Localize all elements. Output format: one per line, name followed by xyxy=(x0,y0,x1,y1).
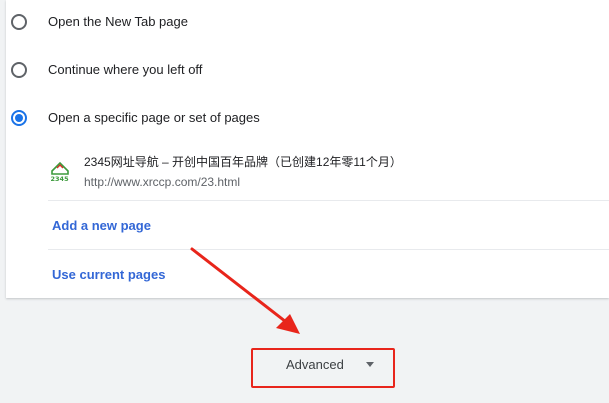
radio-button[interactable] xyxy=(11,14,27,30)
radio-open-new-tab[interactable]: Open the New Tab page xyxy=(6,2,609,42)
radio-label: Continue where you left off xyxy=(48,62,203,77)
advanced-label: Advanced xyxy=(286,357,344,372)
advanced-button[interactable]: Advanced xyxy=(251,348,395,388)
startup-page-entry[interactable]: 2345 2345网址导航 – 开创中国百年品牌（已创建12年零11个月） ht… xyxy=(48,148,609,201)
radio-button[interactable] xyxy=(11,62,27,78)
on-startup-card: Open the New Tab page Continue where you… xyxy=(6,0,609,298)
radio-button-selected[interactable] xyxy=(11,110,27,126)
use-current-pages-link[interactable]: Use current pages xyxy=(52,267,165,282)
add-new-page-link[interactable]: Add a new page xyxy=(52,218,151,233)
use-current-pages-row: Use current pages xyxy=(48,250,609,298)
2345-favicon-icon: 2345 xyxy=(51,161,70,182)
radio-label: Open a specific page or set of pages xyxy=(48,110,260,125)
caret-down-icon xyxy=(366,362,374,367)
radio-open-specific-pages[interactable]: Open a specific page or set of pages xyxy=(6,98,609,138)
svg-text:2345: 2345 xyxy=(51,175,70,182)
add-page-row: Add a new page xyxy=(48,201,609,250)
radio-continue-where-left-off[interactable]: Continue where you left off xyxy=(6,50,609,90)
radio-label: Open the New Tab page xyxy=(48,14,188,29)
startup-page-title: 2345网址导航 – 开创中国百年品牌（已创建12年零11个月） xyxy=(84,155,402,169)
startup-page-url: http://www.xrccp.com/23.html xyxy=(84,175,241,189)
